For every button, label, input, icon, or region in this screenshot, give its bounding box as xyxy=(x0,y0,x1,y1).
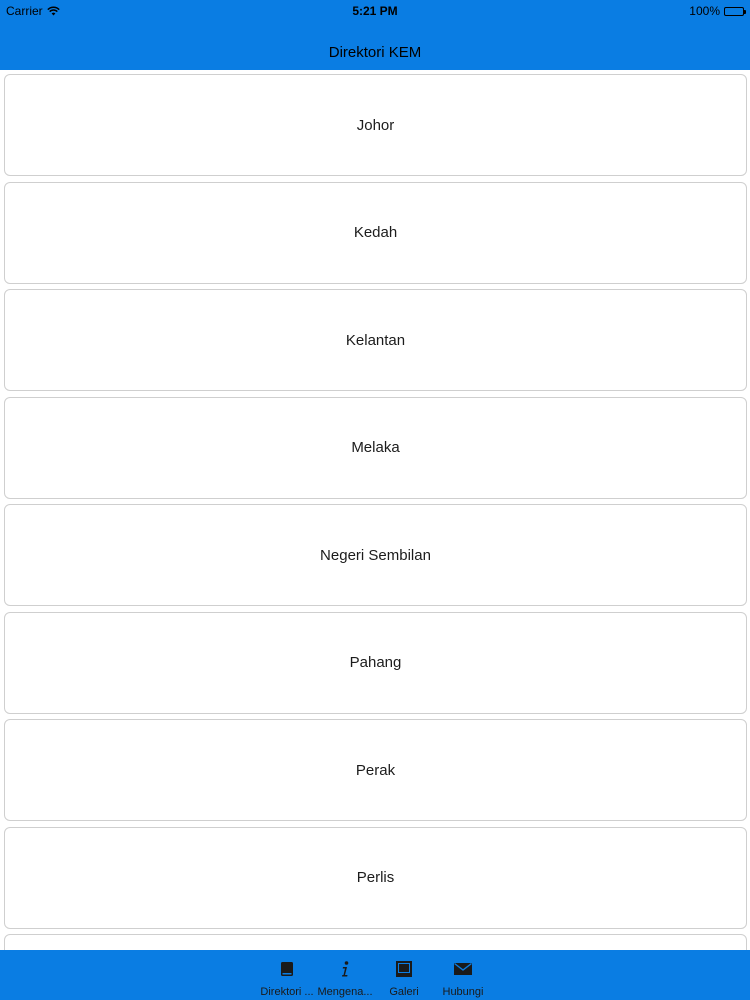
list-item-johor[interactable]: Johor xyxy=(4,74,747,176)
top-bar: Carrier 5:21 PM 100% Direktori KEM xyxy=(0,0,750,70)
tab-label: Hubungi xyxy=(442,986,484,998)
state-list[interactable]: Johor Kedah Kelantan Melaka Negeri Sembi… xyxy=(4,74,747,950)
list-item-label: Negeri Sembilan xyxy=(320,546,431,564)
list-item-label: Melaka xyxy=(351,439,400,456)
mail-icon xyxy=(454,962,472,975)
clock: 5:21 PM xyxy=(352,4,398,18)
list-item-label: Johor xyxy=(356,116,395,134)
tab-hubungi[interactable]: Hubungi xyxy=(433,950,493,1000)
list-item-label: Perak xyxy=(355,761,396,779)
tab-galeri[interactable]: Galeri xyxy=(374,950,434,1000)
list-item-label: Perlis xyxy=(356,869,395,886)
list-item-negeri-sembilan[interactable]: Negeri Sembilan xyxy=(4,504,747,606)
tab-label: Galeri xyxy=(389,986,419,998)
list-item-kelantan[interactable]: Kelantan xyxy=(4,289,747,391)
battery-percent: 100% xyxy=(689,4,720,18)
status-bar: Carrier 5:21 PM 100% xyxy=(0,0,750,22)
tab-mengenai[interactable]: Mengena... xyxy=(315,950,375,1000)
tab-label: Mengena... xyxy=(317,986,373,998)
list-item-label: Kelantan xyxy=(345,331,406,349)
list-item-label: Pahang xyxy=(349,654,402,671)
tab-direktori[interactable]: Direktori ... xyxy=(257,950,317,1000)
battery-icon xyxy=(724,6,746,16)
page-title: Direktori KEM xyxy=(328,44,422,61)
book-icon xyxy=(281,962,293,976)
list-item-perak[interactable]: Perak xyxy=(4,719,747,821)
list-item-partial[interactable] xyxy=(4,934,747,950)
list-item-melaka[interactable]: Melaka xyxy=(4,396,747,499)
battery-group: 100% xyxy=(689,4,746,18)
list-item-label: Kedah xyxy=(353,224,398,241)
image-icon xyxy=(396,961,412,977)
list-item-perlis[interactable]: Perlis xyxy=(4,826,747,929)
list-item-kedah[interactable]: Kedah xyxy=(4,181,747,284)
list-item-pahang[interactable]: Pahang xyxy=(4,611,747,714)
tab-bar: Direktori ... Mengena... Galeri Hubungi xyxy=(0,950,750,1000)
tab-label: Direktori ... xyxy=(260,986,314,998)
info-icon xyxy=(342,961,349,977)
